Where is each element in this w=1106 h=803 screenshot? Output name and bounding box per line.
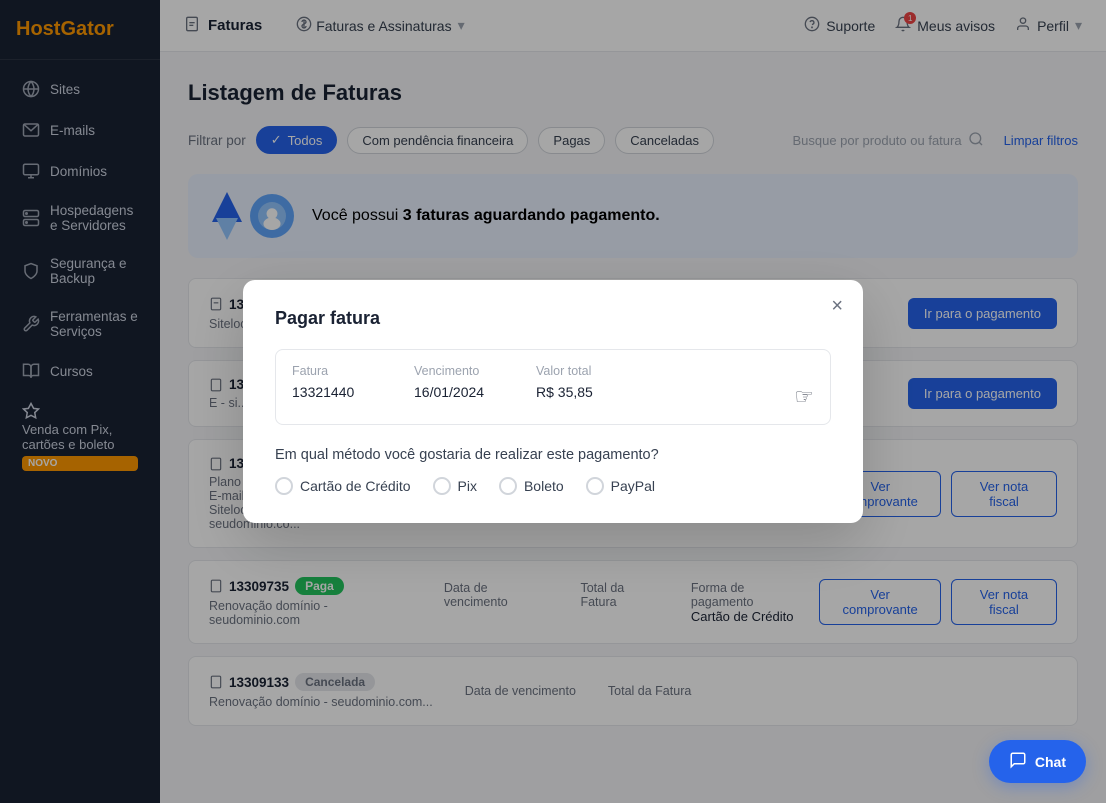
- modal-question: Em qual método você gostaria de realizar…: [275, 447, 831, 463]
- payment-option-pix[interactable]: Pix: [433, 477, 477, 495]
- col-fatura-value: 13321440: [292, 384, 382, 410]
- payment-option-cartao[interactable]: Cartão de Crédito: [275, 477, 411, 495]
- col-valor-header: Valor total: [536, 364, 626, 378]
- col-vencimento-header: Vencimento: [414, 364, 504, 378]
- radio-pix[interactable]: [433, 477, 451, 495]
- chat-icon: [1009, 751, 1027, 772]
- pay-invoice-modal: Pagar fatura × Fatura Vencimento Valor t…: [243, 280, 863, 523]
- modal-close-button[interactable]: ×: [831, 296, 843, 316]
- radio-paypal[interactable]: [586, 477, 604, 495]
- col-fatura-header: Fatura: [292, 364, 382, 378]
- payment-option-boleto[interactable]: Boleto: [499, 477, 564, 495]
- modal-table-row: 13321440 16/01/2024 R$ 35,85 ☞: [292, 384, 814, 410]
- modal-overlay[interactable]: Pagar fatura × Fatura Vencimento Valor t…: [0, 0, 1106, 803]
- payment-options: Cartão de Crédito Pix Boleto PayPal: [275, 477, 831, 495]
- chat-label: Chat: [1035, 754, 1066, 770]
- radio-cartao[interactable]: [275, 477, 293, 495]
- chat-button[interactable]: Chat: [989, 740, 1086, 783]
- modal-table-header: Fatura Vencimento Valor total: [292, 364, 814, 378]
- modal-invoice-table: Fatura Vencimento Valor total 13321440 1…: [275, 349, 831, 425]
- radio-boleto[interactable]: [499, 477, 517, 495]
- modal-title: Pagar fatura: [275, 308, 831, 329]
- cursor-indicator: ☞: [794, 384, 814, 410]
- col-valor-value: R$ 35,85: [536, 384, 626, 410]
- col-vencimento-value: 16/01/2024: [414, 384, 504, 410]
- payment-option-paypal[interactable]: PayPal: [586, 477, 655, 495]
